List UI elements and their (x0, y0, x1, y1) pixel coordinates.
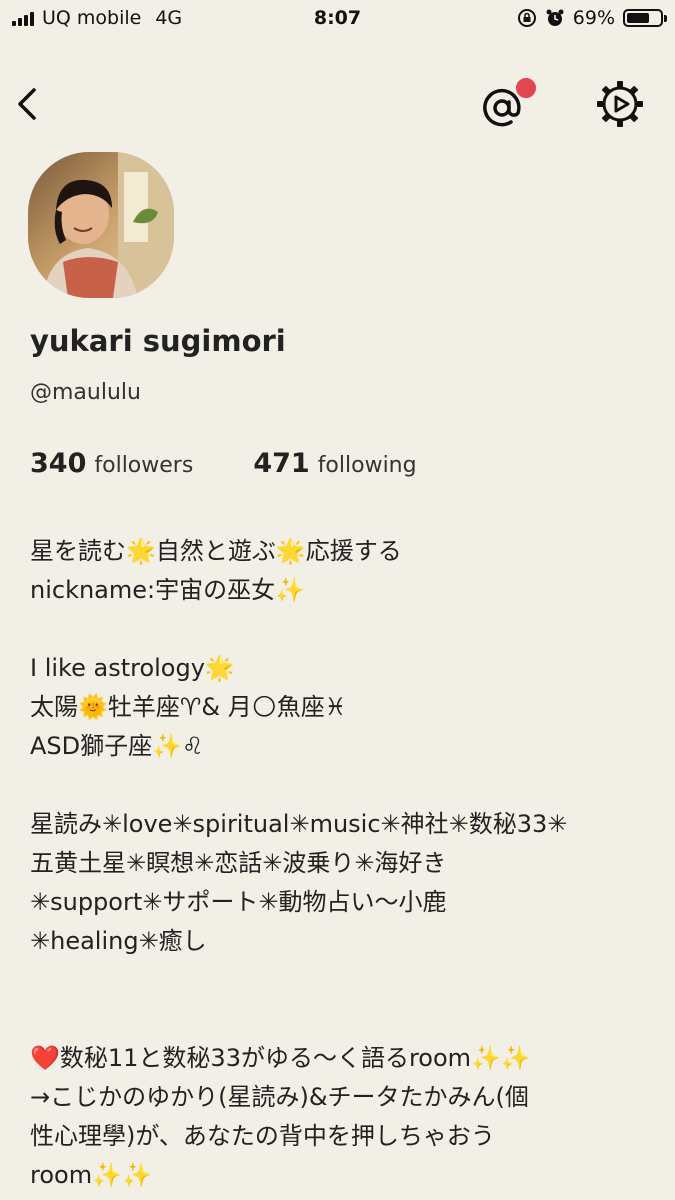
status-bar: UQ mobile 4G 8:07 69% (0, 0, 675, 40)
avatar[interactable] (28, 152, 174, 298)
followers-link[interactable]: 340 followers (30, 448, 193, 479)
bio-line (30, 961, 650, 1000)
chevron-left-icon (18, 88, 36, 120)
bio-line: nickname:宇宙の巫女✨ (30, 576, 306, 604)
bio-line: ✳support✳サポート✳動物占い〜小鹿 (30, 888, 447, 916)
bio-line (30, 766, 650, 805)
following-link[interactable]: 471 following (253, 448, 416, 479)
avatar-photo (28, 152, 174, 298)
bio-line: ✳healing✳癒し (30, 927, 207, 955)
bio-line: I like astrology🌟 (30, 654, 235, 682)
notification-dot (514, 76, 538, 100)
profile-handle: @maululu (30, 380, 141, 405)
bio-line (30, 610, 650, 649)
battery-icon (623, 9, 667, 27)
bio-line: ASD獅子座✨♌ (30, 732, 204, 760)
bio-line: ❤️数秘11と数秘33がゆる〜く語るroom✨✨ (30, 1044, 531, 1072)
bio-line: 太陽🌞牡羊座♈& 月🌕魚座♓ (30, 693, 347, 721)
bio-line: 五黄土星✳瞑想✳恋話✳波乗り✳海好き (30, 849, 447, 877)
followers-count: 340 (30, 448, 87, 479)
bio-line: 星読み✳love✳spiritual✳music✳神社✳数秘33✳ (30, 810, 568, 838)
battery-percent: 69% (572, 7, 615, 29)
bio-line: 星を読む🌟自然と遊ぶ🌟応援する (30, 537, 402, 565)
profile-name: yukari sugimori (30, 324, 286, 358)
bio-line (30, 1000, 650, 1039)
bio-line: room✨✨ (30, 1161, 152, 1189)
bio-line: →こじかのゆかり(星読み)&チータたかみん(個 (30, 1083, 529, 1111)
status-right: 69% (517, 7, 667, 29)
following-label: following (317, 453, 417, 478)
profile-bio: 星を読む🌟自然と遊ぶ🌟応援する nickname:宇宙の巫女✨ I like a… (30, 532, 650, 1195)
mentions-button[interactable] (478, 76, 538, 132)
following-count: 471 (253, 448, 310, 479)
gear-icon (597, 81, 643, 127)
bio-line: 性心理學)が、あなたの背中を押しちゃおう (30, 1122, 495, 1150)
alarm-icon (546, 9, 564, 26)
settings-button[interactable] (594, 78, 646, 130)
profile-stats: 340 followers 471 following (30, 448, 417, 479)
rotation-lock-icon (517, 9, 536, 27)
followers-label: followers (94, 453, 194, 478)
back-button[interactable] (10, 82, 50, 126)
